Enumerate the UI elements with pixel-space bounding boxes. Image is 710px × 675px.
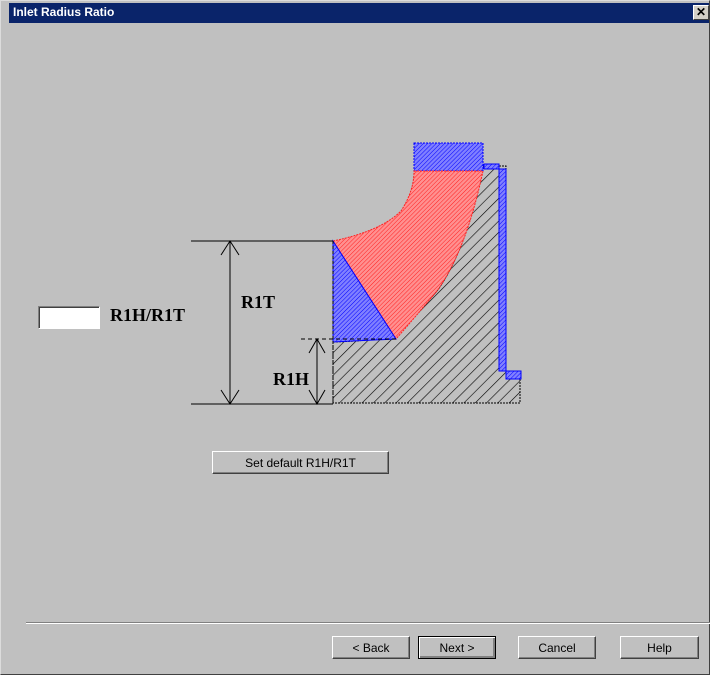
dialog-window: Inlet Radius Ratio ✕ R1H/R1T R1T R1H Set… [0,0,710,675]
ratio-input[interactable] [38,306,100,329]
close-button[interactable]: ✕ [693,5,709,20]
ratio-label: R1H/R1T [110,305,186,325]
help-button[interactable]: Help [620,636,699,659]
r1t-label: R1T [241,292,275,312]
window-title: Inlet Radius Ratio [13,5,115,19]
footer-separator [26,622,710,624]
r1h-label: R1H [273,369,309,389]
next-button[interactable]: Next > [418,636,496,659]
outlet-block [413,142,484,172]
title-bar: Inlet Radius Ratio ✕ [9,3,709,23]
cancel-button[interactable]: Cancel [518,636,596,659]
set-default-button[interactable]: Set default R1H/R1T [212,451,389,474]
close-icon: ✕ [695,5,707,19]
back-button[interactable]: < Back [332,636,410,659]
impeller-diagram: R1T R1H [191,142,522,406]
